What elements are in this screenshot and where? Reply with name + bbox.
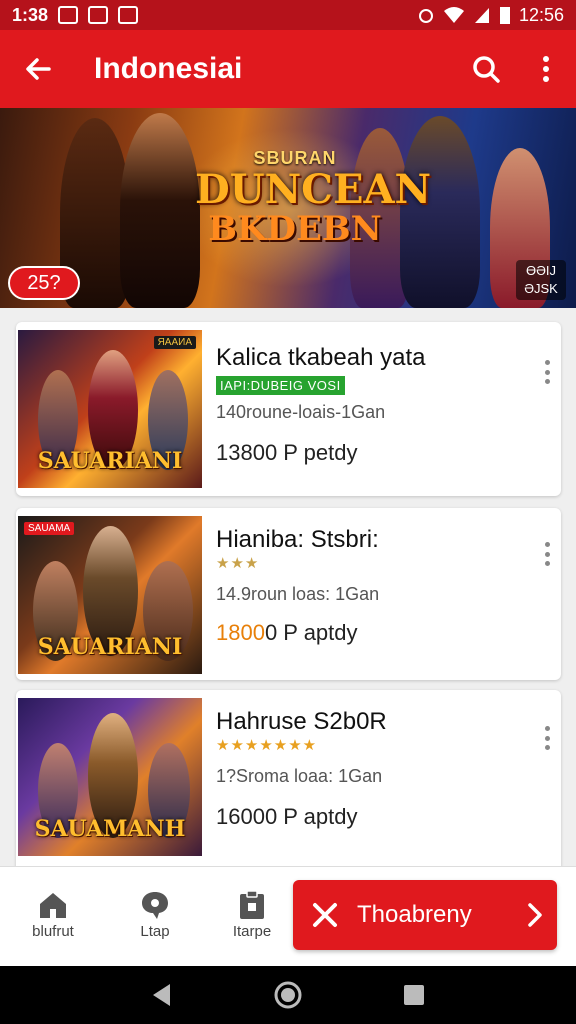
status-bar: 1:38 12:56 [0, 0, 576, 30]
thumbnail-caption: SAUARIANI [37, 448, 183, 474]
more-vertical-icon [543, 56, 549, 82]
nav-home[interactable]: blufrut [8, 887, 98, 957]
item-title: Hahruse S2b0R [216, 708, 387, 735]
back-button[interactable] [0, 30, 76, 108]
corner-badge-line-2: ƏJSK [524, 281, 558, 296]
system-navigation-bar [0, 966, 576, 1024]
recents-square-icon[interactable] [402, 983, 426, 1007]
logo-line-2: DUNCEAN [195, 166, 432, 213]
thumbnail-caption: SAUARIANI [37, 634, 183, 660]
item-title: Kalica tkabeah yata [216, 344, 426, 371]
notification-icon [58, 6, 79, 24]
item-subtitle: 14.9roun loas: 1Gan [216, 584, 380, 604]
item-more-button[interactable] [541, 542, 553, 566]
chat-bubble-icon [142, 892, 168, 919]
home-icon [40, 893, 66, 918]
item-badge: IAPI:DUBEIG VOSI [216, 376, 345, 395]
promo-banner[interactable]: SBURAN DUNCEAN BKDEBN 25? ӨƏIJ ƏJSK [0, 108, 576, 308]
overflow-menu-button[interactable] [516, 30, 576, 108]
game-logo: SBURAN DUNCEAN BKDEBN [195, 148, 432, 278]
battery-icon [499, 7, 510, 24]
item-rating: ★★★ [216, 555, 260, 572]
nav-menu[interactable]: Itarpe [207, 887, 297, 957]
item-thumbnail: ЯAAИA SAUARIANI [18, 330, 202, 488]
arrow-left-icon [26, 58, 51, 80]
alarm-icon [418, 9, 433, 23]
corner-badge: ӨƏIJ ƏJSK [516, 260, 566, 300]
status-time: 1:38 [12, 4, 49, 25]
item-price: 16000 P aptdy [216, 804, 358, 829]
wifi-icon [443, 7, 464, 23]
search-button[interactable] [456, 30, 516, 108]
primary-action-button[interactable]: Thoabreny [293, 880, 557, 950]
list-item[interactable]: SAUAMANH Hahruse S2b0R ★★★★★★★ 1?Sroma l… [16, 690, 561, 866]
item-title: Hianiba: Stsbri: [216, 526, 379, 553]
back-triangle-icon[interactable] [150, 982, 174, 1008]
thumbnail-caption: SAUAMANH [34, 816, 186, 842]
app-icon [118, 6, 139, 24]
chevron-right-icon [528, 903, 542, 927]
hero-figure-2 [120, 113, 200, 308]
item-subtitle: 1?Sroma loaa: 1Gan [216, 766, 383, 786]
item-rating: ★★★★★★★ [216, 737, 318, 754]
logo-line-3: BKDEBN [208, 209, 382, 249]
item-price-rest: 0 P aptdy [264, 620, 358, 645]
clipboard-icon [240, 890, 264, 919]
list-item[interactable]: SAUAMA SAUARIANI Hianiba: Stsbri: ★★★ 14… [16, 508, 561, 680]
item-thumbnail: SAUAMA SAUARIANI [18, 516, 202, 674]
search-icon [473, 56, 500, 83]
mail-icon [88, 6, 109, 24]
swords-icon [313, 903, 337, 927]
list-item[interactable]: ЯAAИA SAUARIANI Kalica tkabeah yata IAPI… [16, 322, 561, 496]
item-price-highlight: 1800 [216, 620, 265, 645]
game-list: ЯAAИA SAUARIANI Kalica tkabeah yata IAPI… [0, 308, 576, 866]
item-price: 13800 P petdy [216, 440, 358, 465]
signal-icon [474, 8, 489, 23]
home-circle-icon[interactable] [273, 980, 303, 1010]
status-clock: 12:56 [518, 4, 564, 25]
nav-home-label: blufrut [32, 923, 74, 940]
item-more-button[interactable] [541, 360, 553, 384]
nav-menu-label: Itarpe [232, 923, 272, 940]
page-title: Indonesiai [94, 52, 243, 85]
nav-map[interactable]: Ltap [110, 887, 200, 957]
thumbnail-tag: ЯAAИA [153, 336, 196, 349]
item-subtitle: 140roune-loais-1Gan [216, 402, 386, 422]
item-more-button[interactable] [541, 726, 553, 750]
thumbnail-tag: SAUAMA [24, 522, 75, 535]
discount-pill: 25? [8, 266, 80, 300]
app-bar: Indonesiai [0, 30, 576, 108]
item-price: 18000 P aptdy [216, 620, 358, 646]
primary-action-label: Thoabreny [357, 901, 472, 928]
item-thumbnail: SAUAMANH [18, 698, 202, 856]
nav-map-label: Ltap [140, 923, 170, 940]
corner-badge-line-1: ӨƏIJ [525, 263, 556, 278]
